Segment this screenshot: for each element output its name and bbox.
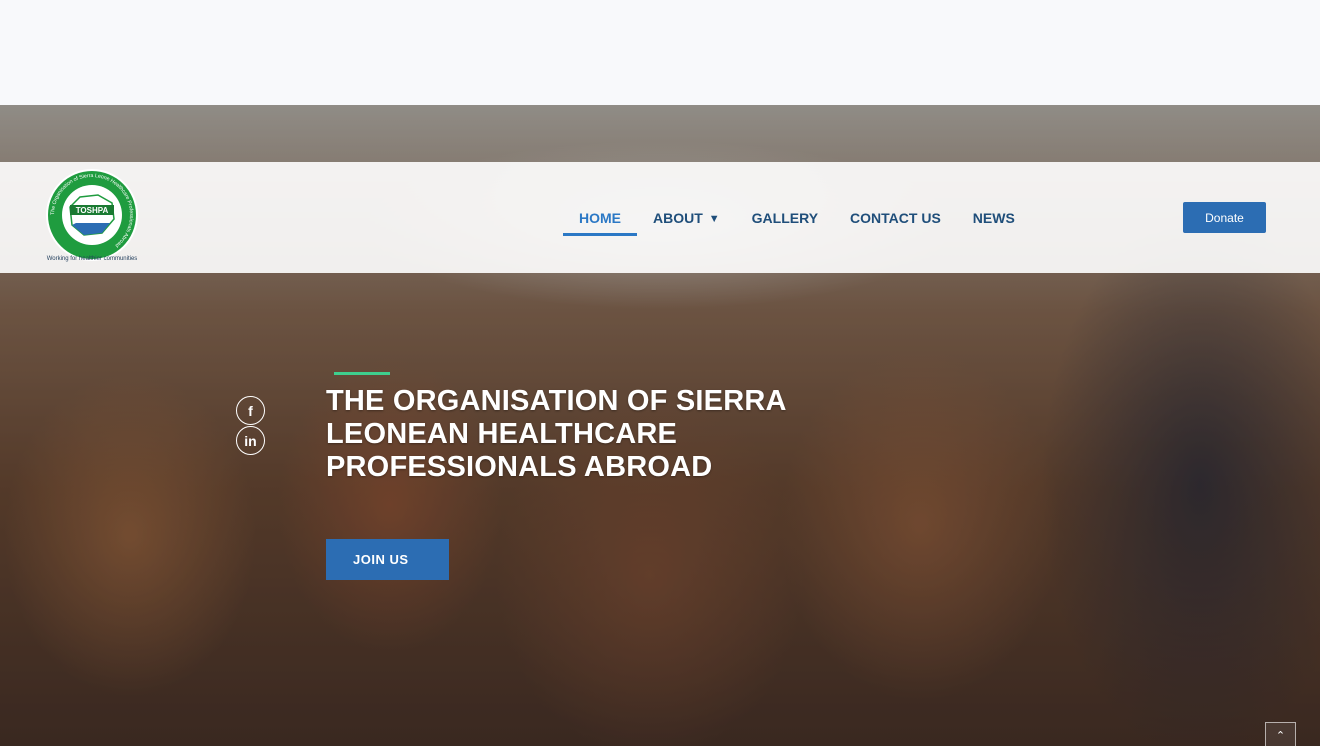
join-us-button[interactable]: JOIN US: [326, 539, 449, 580]
toshpa-logo[interactable]: TOSHPA The Organisation of Sierra Leone …: [40, 167, 144, 263]
logo-abbr: TOSHPA: [76, 206, 109, 215]
chevron-down-icon: ▼: [708, 212, 720, 225]
nav-item-about[interactable]: ABOUT ▼: [637, 162, 736, 273]
nav-item-label: NEWS: [972, 209, 1015, 226]
chevron-up-icon[interactable]: ⌃: [1265, 722, 1296, 746]
linkedin-icon[interactable]: in: [236, 426, 265, 455]
nav-item-news[interactable]: NEWS: [957, 162, 1031, 273]
donate-button[interactable]: Donate: [1183, 202, 1266, 233]
nav-item-contact-us[interactable]: CONTACT US: [834, 162, 957, 273]
nav-item-label: GALLERY: [751, 209, 819, 226]
nav-item-gallery[interactable]: GALLERY: [736, 162, 834, 273]
nav-item-home[interactable]: HOME: [563, 162, 637, 273]
facebook-icon[interactable]: f: [236, 396, 265, 425]
logo-tagline: Working for healthier communities: [47, 256, 138, 262]
title-accent-line: [334, 372, 390, 375]
social-links: f in: [236, 396, 265, 456]
hero-title: THE ORGANISATION OF SIERRA LEONEAN HEALT…: [326, 385, 786, 483]
main-navigation: HOME ABOUT ▼ GALLERY CONTACT US NEWS: [563, 162, 1031, 273]
nav-item-label: CONTACT US: [850, 209, 941, 226]
nav-item-label: ABOUT: [653, 209, 703, 226]
top-blank-strip: [0, 0, 1320, 105]
nav-item-label: HOME: [579, 209, 621, 226]
